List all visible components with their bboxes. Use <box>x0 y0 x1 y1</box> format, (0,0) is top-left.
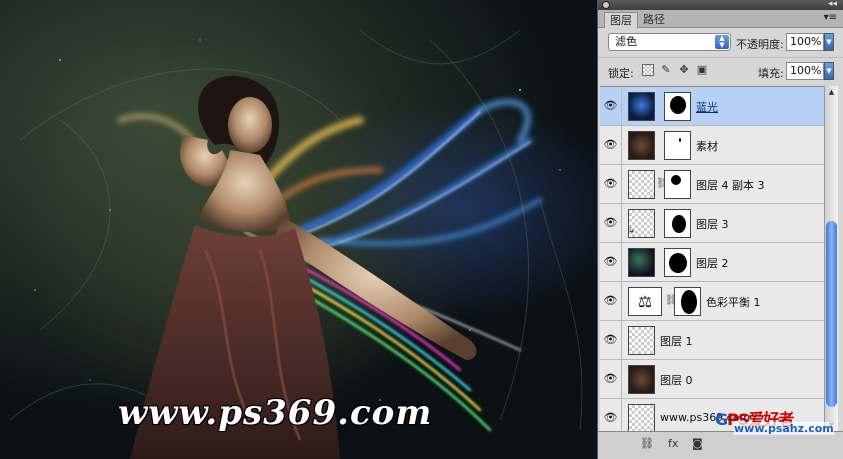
layer-thumbnail <box>628 404 655 431</box>
layer-mask-thumbnail[interactable] <box>664 131 691 160</box>
layer-name[interactable]: 图层 0 <box>660 372 693 388</box>
layer-name[interactable]: 蓝光 <box>696 99 718 115</box>
layer-name[interactable]: 图层 2 <box>696 255 729 271</box>
lock-brush-icon[interactable]: ✎ <box>660 64 672 76</box>
clipping-arrow-icon: ↳ <box>628 265 635 274</box>
layers-scrollbar[interactable]: ▲ ▼ <box>824 86 838 431</box>
clipping-arrow-icon: ↳ <box>628 148 635 157</box>
layer-name[interactable]: 图层 1 <box>660 333 693 349</box>
opacity-label: 不透明度: <box>736 38 784 51</box>
collapse-icon[interactable]: ◂◂ <box>828 0 837 9</box>
lock-label: 锁定: <box>608 67 634 80</box>
layer-row[interactable]: 👁 ⛓ 图层 4 副本 3 <box>600 165 824 204</box>
visibility-eye-icon[interactable]: 👁 <box>600 282 622 320</box>
visibility-eye-icon[interactable]: 👁 <box>600 321 622 359</box>
layer-row[interactable]: 👁 ↳ 图层 2 <box>600 243 824 282</box>
tab-layers[interactable]: 图层 <box>604 12 638 28</box>
layer-mask-thumbnail[interactable] <box>664 92 691 121</box>
visibility-eye-icon[interactable]: 👁 <box>600 126 622 164</box>
watermark-text: www.ps369.com <box>118 393 433 433</box>
layer-name[interactable]: 色彩平衡 1 <box>706 294 761 310</box>
layer-row[interactable]: 👁 ⚖ ⛓ 色彩平衡 1 <box>600 282 824 321</box>
layer-style-icon[interactable]: fx <box>668 437 678 450</box>
visibility-eye-icon[interactable]: 👁 <box>600 243 622 281</box>
clipping-arrow-icon: ↳ <box>628 109 635 118</box>
layer-mask-thumbnail[interactable] <box>664 170 691 199</box>
scrollbar-thumb[interactable] <box>826 221 837 407</box>
panel-tabs: 图层 路径 ▾≡ <box>598 10 843 28</box>
layer-thumbnail <box>628 365 655 394</box>
panel-footer: ⛓ fx ◙ <box>598 431 843 459</box>
panel-menu-icon[interactable]: ▾≡ <box>824 12 837 23</box>
visibility-eye-icon[interactable]: 👁 <box>600 399 622 431</box>
opacity-dropdown-icon[interactable]: ▼ <box>824 33 834 51</box>
layer-row[interactable]: 👁 图层 1 <box>600 321 824 360</box>
lock-all-icon[interactable]: ▣ <box>696 64 708 76</box>
blend-mode-stepper-icon[interactable]: ▲ ▼ <box>715 35 729 49</box>
layers-panel: ◂◂ 图层 路径 ▾≡ 滤色 ▲ ▼ 不透明度: 100% ▼ 锁定: ✎ ✥ ▣… <box>597 0 843 459</box>
visibility-eye-icon[interactable]: 👁 <box>600 165 622 203</box>
layer-thumbnail <box>628 326 655 355</box>
blend-mode-select[interactable]: 滤色 ▲ ▼ <box>608 33 731 51</box>
color-balance-icon: ⚖ <box>628 287 662 316</box>
blend-mode-value: 滤色 <box>615 35 637 48</box>
panel-titlebar: ◂◂ <box>598 0 843 10</box>
visibility-eye-icon[interactable]: 👁 <box>600 360 622 398</box>
layer-row[interactable]: 👁 ↳ 图层 3 <box>600 204 824 243</box>
layer-mask-thumbnail[interactable] <box>664 248 691 277</box>
link-layers-icon[interactable]: ⛓ <box>640 437 654 450</box>
layer-row[interactable]: 👁 ↳ 蓝光 <box>600 87 824 126</box>
add-mask-icon[interactable]: ◙ <box>692 437 703 450</box>
clipping-arrow-icon: ↳ <box>628 226 635 235</box>
layer-name[interactable]: 图层 4 副本 3 <box>696 177 765 193</box>
layer-row[interactable]: 👁 ↳ 素材 <box>600 126 824 165</box>
artwork-illustration <box>9 29 583 459</box>
visibility-eye-icon[interactable]: 👁 <box>600 87 622 125</box>
visibility-eye-icon[interactable]: 👁 <box>600 204 622 242</box>
layer-thumbnail <box>628 170 655 199</box>
lock-move-icon[interactable]: ✥ <box>678 64 690 76</box>
layer-row[interactable]: 👁 图层 0 <box>600 360 824 399</box>
tab-paths[interactable]: 路径 <box>638 12 670 28</box>
footer-watermark-url: www.psahz.com <box>734 422 834 435</box>
layer-mask-thumbnail[interactable] <box>674 287 701 316</box>
layer-name[interactable]: 素材 <box>696 138 718 154</box>
fill-label: 填充: <box>758 67 784 80</box>
opacity-input[interactable]: 100% <box>786 33 824 51</box>
lock-transparency-icon[interactable] <box>642 64 654 76</box>
layers-list: 👁 ↳ 蓝光 👁 ↳ 素材 👁 ⛓ 图层 4 副本 3 👁 ↳ 图层 3 👁 ↳… <box>600 86 824 431</box>
layer-name[interactable]: 图层 3 <box>696 216 729 232</box>
layer-mask-thumbnail[interactable] <box>664 209 691 238</box>
fill-dropdown-icon[interactable]: ▼ <box>824 62 834 80</box>
close-icon[interactable] <box>602 1 610 9</box>
scroll-up-icon[interactable]: ▲ <box>825 86 838 98</box>
fill-input[interactable]: 100% <box>786 62 824 80</box>
artwork-canvas[interactable]: www.ps369.com <box>0 0 597 459</box>
